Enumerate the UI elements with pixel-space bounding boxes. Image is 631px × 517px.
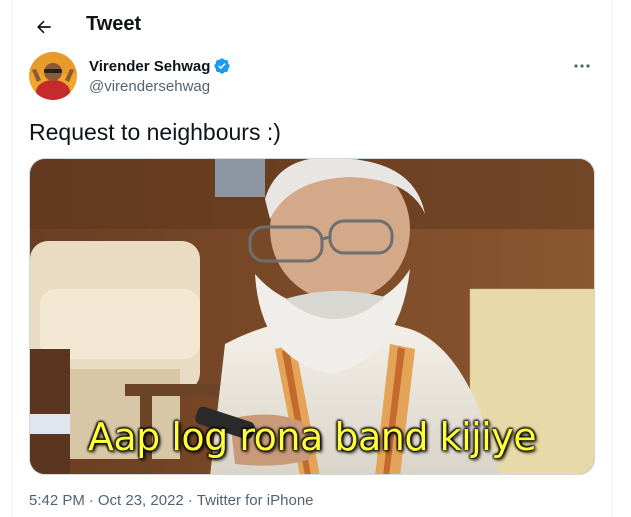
verified-badge-icon bbox=[214, 58, 231, 74]
author-name-line[interactable]: Virender Sehwag bbox=[89, 57, 231, 75]
tweet-text: Request to neighbours :) bbox=[29, 119, 281, 145]
meta-separator: · bbox=[187, 492, 193, 509]
back-button[interactable] bbox=[27, 10, 61, 44]
avatar-image bbox=[29, 52, 77, 100]
display-name[interactable]: Virender Sehwag bbox=[89, 58, 210, 75]
author-handle[interactable]: @virendersehwag bbox=[89, 78, 210, 95]
more-horizontal-icon bbox=[574, 64, 590, 68]
arrow-left-icon bbox=[37, 20, 51, 34]
tweet-meta: 5:42 PM · Oct 23, 2022 · Twitter for iPh… bbox=[29, 492, 314, 509]
tweet-time-link[interactable]: 5:42 PM bbox=[29, 492, 85, 509]
page-title: Tweet bbox=[86, 13, 142, 35]
tweet-date-link[interactable]: Oct 23, 2022 bbox=[98, 492, 184, 509]
tweet-page: Tweet Virender Sehwag @virendersehwag Re… bbox=[12, 0, 612, 517]
author-row: Virender Sehwag @virendersehwag bbox=[29, 52, 597, 104]
more-options-button[interactable] bbox=[567, 56, 597, 76]
meta-separator: · bbox=[88, 492, 94, 509]
media-caption: Aap log rona band kijiye bbox=[87, 415, 537, 459]
avatar[interactable] bbox=[29, 52, 77, 100]
tweet-media[interactable]: Aap log rona band kijiye bbox=[29, 158, 595, 475]
tweet-source-link[interactable]: Twitter for iPhone bbox=[197, 492, 314, 509]
page-header: Tweet bbox=[13, 0, 611, 52]
